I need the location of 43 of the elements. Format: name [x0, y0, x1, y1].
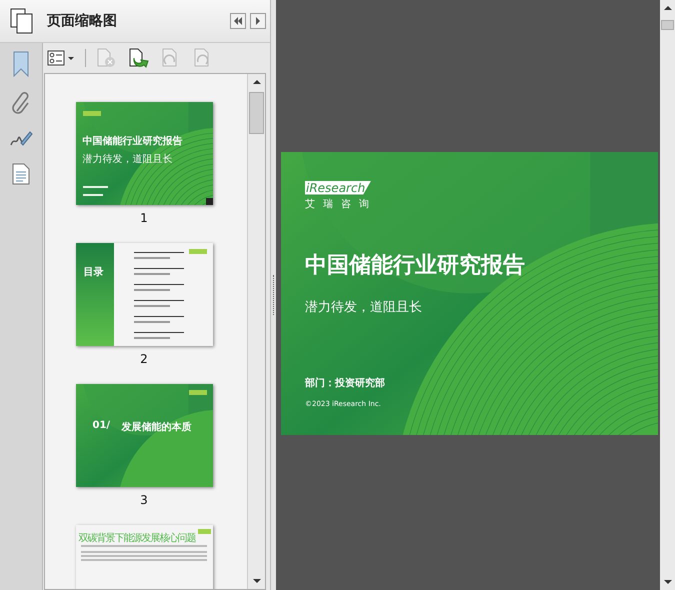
page-thumbnail[interactable]: 中国储能行业研究报告 潜力待发，道阻且长 — [76, 102, 212, 205]
text-line — [134, 321, 170, 323]
text-line — [82, 194, 102, 196]
scroll-thumb[interactable] — [249, 92, 264, 134]
logo — [188, 390, 206, 395]
text-line — [134, 337, 170, 339]
document-icon[interactable] — [12, 163, 30, 185]
page-thumbnail[interactable]: 目录 — [76, 243, 212, 346]
department-text: 部门：投资研究部 — [305, 376, 385, 390]
logo — [198, 529, 210, 534]
logo-caption: 艾瑞咨询 — [305, 198, 377, 210]
text-line — [134, 305, 170, 307]
thumbnail-subtitle: 潜力待发，道阻且长 — [82, 152, 172, 166]
text-line — [134, 257, 170, 259]
text-line — [134, 289, 170, 291]
scrollbar[interactable] — [660, 0, 675, 590]
paperclip-icon[interactable] — [11, 91, 31, 115]
collapse-button[interactable] — [230, 13, 246, 29]
text-line — [134, 273, 170, 275]
logo — [82, 111, 100, 116]
thumbnail-heading: 目录 — [84, 266, 104, 279]
options-menu-button[interactable] — [47, 50, 75, 66]
section-number: 01/ — [92, 420, 110, 431]
thumbnail-title: 双碳背景下能源发展核心问题 — [78, 532, 196, 545]
right-arrow-icon — [254, 17, 262, 25]
next-button[interactable] — [250, 13, 266, 29]
logo — [188, 249, 206, 254]
thumbnail-title: 中国储能行业研究报告 — [82, 134, 182, 148]
page-number: 2 — [140, 352, 148, 366]
panel-title: 页面缩略图 — [47, 12, 118, 30]
double-left-arrow-icon — [233, 17, 243, 25]
page-thumbnail[interactable]: 01/ 发展储能的本质 — [76, 384, 212, 487]
page-number: 1 — [140, 211, 148, 225]
text-line — [82, 186, 108, 188]
slide-title: 中国储能行业研究报告 — [305, 252, 525, 280]
insert-page-icon[interactable] — [128, 48, 150, 68]
scrollbar[interactable] — [247, 74, 265, 589]
page-number: 3 — [140, 493, 148, 507]
slide-subtitle: 潜力待发，道阻且长 — [305, 298, 422, 316]
page-thumbnail[interactable]: 双碳背景下能源发展核心问题 — [76, 525, 212, 589]
scroll-thumb[interactable] — [661, 20, 674, 30]
pages-icon[interactable] — [10, 8, 34, 34]
thumbnail-title: 发展储能的本质 — [122, 420, 192, 434]
